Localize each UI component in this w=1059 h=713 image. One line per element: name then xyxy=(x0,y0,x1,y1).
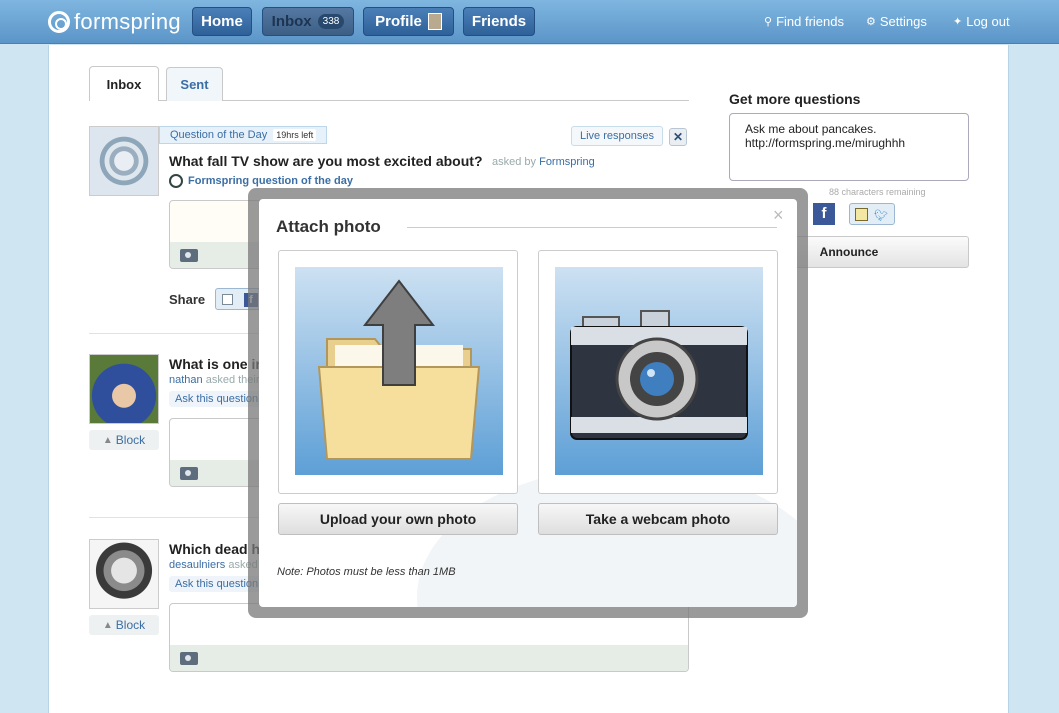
camera-icon[interactable] xyxy=(180,652,198,665)
take-webcam-photo-button[interactable]: Take a webcam photo xyxy=(538,503,778,535)
characters-remaining: 88 characters remaining xyxy=(829,187,926,197)
asked-by: nathan asked their xyxy=(169,374,260,386)
profile-thumbnail xyxy=(427,13,442,30)
nav-home-button[interactable]: Home xyxy=(192,7,252,36)
formspring-logo-icon xyxy=(48,11,70,33)
qotd-question: What fall TV show are you most excited a… xyxy=(169,153,483,169)
question-text: Which dead h xyxy=(169,541,260,557)
warning-icon: ▲ xyxy=(102,434,113,446)
share-label: Share xyxy=(169,292,206,307)
logout-label: Log out xyxy=(966,14,1010,29)
facebook-icon[interactable]: f xyxy=(813,203,835,225)
sidebar-share-options: 🐦︎ xyxy=(849,203,895,225)
get-more-questions-title: Get more questions xyxy=(729,91,861,107)
search-icon: ⚲ xyxy=(764,16,773,28)
upload-photo-card[interactable] xyxy=(278,250,518,494)
camera-icon xyxy=(570,310,748,440)
promo-line-2: http://formspring.me/mirughhh xyxy=(745,136,906,150)
desaulniers-avatar[interactable] xyxy=(89,539,159,609)
title-rule xyxy=(407,227,777,228)
nav-inbox-label: Inbox xyxy=(271,13,312,30)
formspring-mini-icon xyxy=(169,174,183,188)
answer-box-footer xyxy=(170,645,688,671)
close-icon[interactable]: × xyxy=(773,205,784,226)
promo-textarea[interactable]: Ask me about pancakes. http://formspring… xyxy=(729,113,969,181)
block-button[interactable]: ▲ Block xyxy=(89,430,159,450)
nav-profile-label: Profile xyxy=(375,13,422,30)
nav-home-label: Home xyxy=(201,13,243,30)
share-checkbox[interactable] xyxy=(222,294,233,305)
warning-icon: ▲ xyxy=(102,619,113,631)
top-bar: formspring Home Inbox 338 Profile Friend… xyxy=(0,0,1059,44)
close-icon[interactable]: ✕ xyxy=(669,128,687,146)
inbox-tabs: Inbox Sent xyxy=(89,66,689,101)
block-button[interactable]: ▲ Block xyxy=(89,615,159,635)
attach-photo-modal: Attach photo × Upload your own photo Tak… xyxy=(259,199,797,607)
nav-friends-label: Friends xyxy=(471,13,527,30)
tab-inbox[interactable]: Inbox xyxy=(89,66,159,101)
block-label: Block xyxy=(115,618,146,632)
logo-text: formspring xyxy=(74,9,181,34)
camera-icon[interactable] xyxy=(180,249,198,262)
twitter-icon[interactable]: 🐦︎ xyxy=(874,209,888,222)
camera-icon[interactable] xyxy=(180,467,198,480)
modal-title: Attach photo xyxy=(276,217,381,236)
formspring-avatar[interactable] xyxy=(89,126,159,196)
qotd-link-label: Formspring question of the day xyxy=(188,175,354,187)
asked-by-prefix: asked by xyxy=(492,156,537,168)
upload-own-photo-button[interactable]: Upload your own photo xyxy=(278,503,518,535)
asker-link[interactable]: Formspring xyxy=(539,156,595,168)
promo-line-1: Ask me about pancakes. xyxy=(745,122,877,136)
asker-link[interactable]: desaulniers xyxy=(169,559,225,571)
qotd-asked-by: asked by Formspring xyxy=(492,156,595,168)
find-friends-label: Find friends xyxy=(776,14,844,29)
block-label: Block xyxy=(115,433,146,447)
nav-friends-button[interactable]: Friends xyxy=(463,7,535,36)
webcam-photo-card[interactable] xyxy=(538,250,778,494)
qotd-banner: Question of the Day 19hrs left xyxy=(159,126,328,144)
asked-by: desaulniers asked xyxy=(169,559,258,571)
tab-sent[interactable]: Sent xyxy=(166,67,223,101)
asker-link[interactable]: nathan xyxy=(169,374,203,386)
folder-upload-icon xyxy=(317,279,481,460)
person-icon: ✦ xyxy=(953,16,963,28)
share-checkbox[interactable] xyxy=(855,208,868,221)
logout-link[interactable]: ✦ Log out xyxy=(953,14,1010,29)
tab-sent-label: Sent xyxy=(180,77,209,92)
inbox-count-badge: 338 xyxy=(317,14,345,29)
find-friends-link[interactable]: ⚲ Find friends xyxy=(764,14,844,29)
tab-inbox-label: Inbox xyxy=(106,76,142,92)
camera-illustration xyxy=(555,267,763,475)
qotd-banner-label: Question of the Day xyxy=(170,129,268,141)
nathan-avatar[interactable] xyxy=(89,354,159,424)
folder-upload-illustration xyxy=(295,267,503,475)
settings-link[interactable]: ⚙ Settings xyxy=(866,14,927,29)
live-responses-button[interactable]: Live responses xyxy=(571,126,663,146)
formspring-logo[interactable]: formspring xyxy=(48,8,181,36)
photo-size-note: Note: Photos must be less than 1MB xyxy=(277,566,456,578)
time-left-badge: 19hrs left xyxy=(273,129,317,141)
gear-icon: ⚙ xyxy=(866,16,876,28)
qotd-link[interactable]: Formspring question of the day xyxy=(169,174,353,188)
nav-inbox-button[interactable]: Inbox 338 xyxy=(262,7,354,36)
settings-label: Settings xyxy=(879,14,927,29)
nav-profile-button[interactable]: Profile xyxy=(363,7,454,36)
